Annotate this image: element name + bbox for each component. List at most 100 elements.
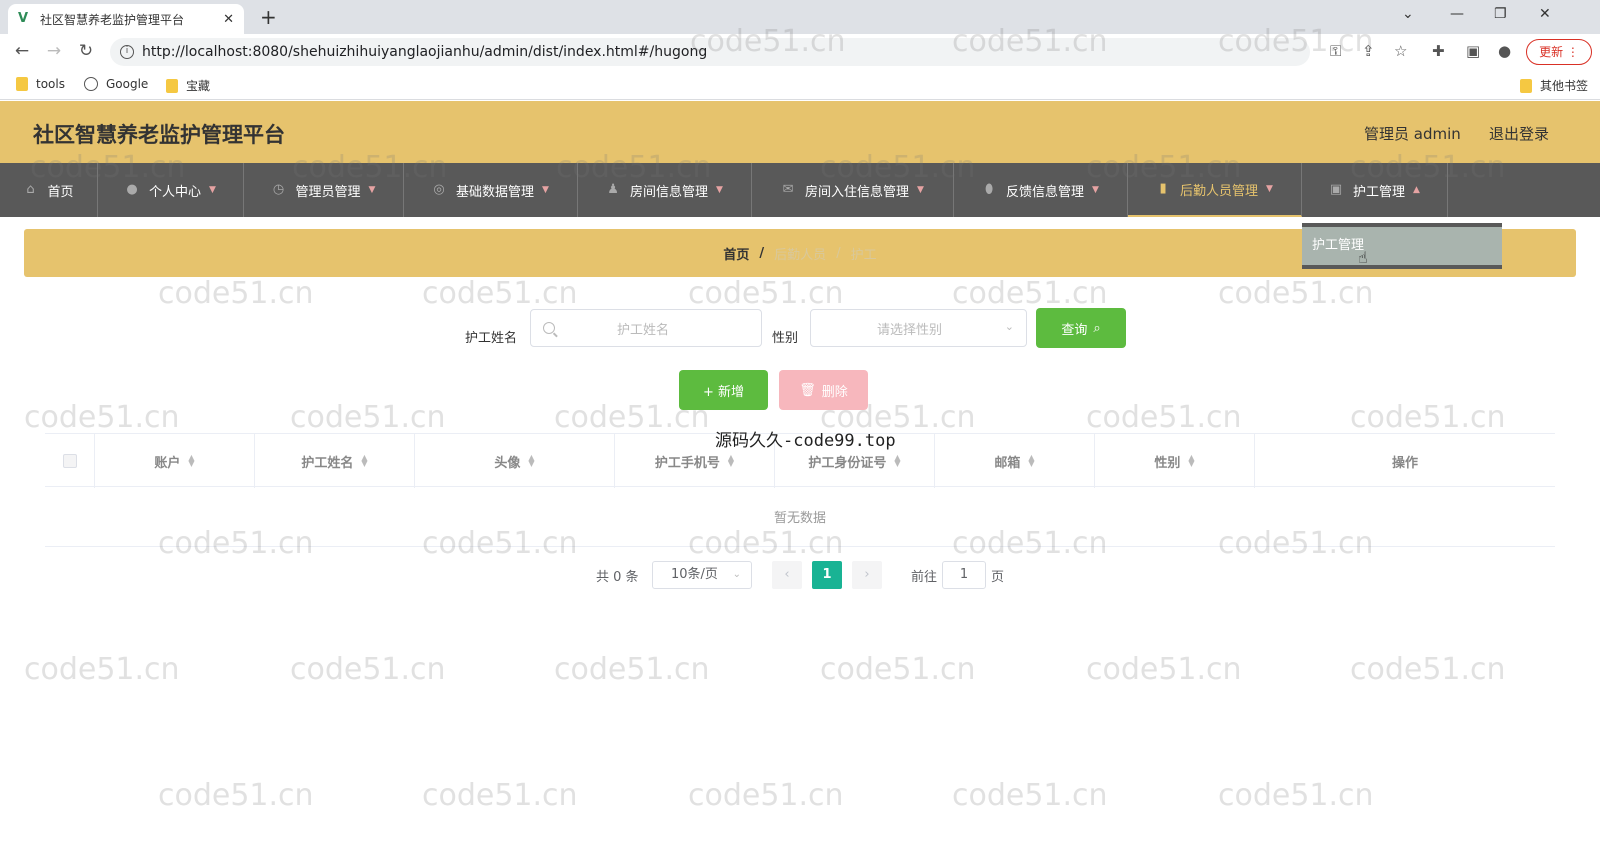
dropdown-item-nursing-management[interactable]: 护工管理 xyxy=(1302,227,1502,265)
name-label: 护工姓名 xyxy=(465,331,518,346)
minimize-icon[interactable]: — xyxy=(1450,6,1464,22)
sort-icon[interactable]: ▲ ▼ xyxy=(894,454,900,468)
watermark: code51.cn xyxy=(1350,652,1506,687)
bookmark-tools[interactable]: tools xyxy=(16,77,65,91)
trash-icon: 🗑 xyxy=(799,382,816,398)
query-button[interactable]: 查询 ⌕ xyxy=(1036,308,1126,348)
reload-icon[interactable]: ↻ xyxy=(70,41,102,61)
col-avatar[interactable]: 头像 ▲ ▼ xyxy=(415,434,615,488)
watermark: code51.cn xyxy=(422,778,578,813)
globe-icon: ◎ xyxy=(433,182,445,197)
breadcrumb-separator: / xyxy=(836,245,841,261)
goto-label: 前往 xyxy=(911,570,938,585)
sort-icon[interactable]: ▲ ▼ xyxy=(1188,454,1194,468)
key-icon[interactable]: ⚿ xyxy=(1330,42,1341,60)
col-account[interactable]: 账户 ▲ ▼ xyxy=(95,434,255,488)
sidepanel-icon[interactable]: ▣ xyxy=(1466,42,1480,60)
current-user: 管理员 admin xyxy=(1364,125,1461,143)
nav-home[interactable]: ⌂ 首页 xyxy=(0,163,98,217)
profile-icon[interactable]: ● xyxy=(1498,42,1511,60)
select-all-checkbox[interactable] xyxy=(62,454,77,468)
delete-button[interactable]: 🗑 删除 xyxy=(779,370,868,410)
gender-select[interactable]: 请选择性别 ⌄ xyxy=(810,309,1027,347)
mail-icon: ✉ xyxy=(782,182,794,197)
name-search-input[interactable]: 护工姓名 xyxy=(530,309,762,347)
page-number-1[interactable]: 1 xyxy=(812,561,842,589)
url-field[interactable]: i http://localhost:8080/shehuizhihuiyang… xyxy=(110,38,1310,66)
folder-icon xyxy=(166,78,178,93)
bookmark-other[interactable]: 其他书签 xyxy=(1520,77,1588,94)
sort-icon[interactable]: ▲ ▼ xyxy=(528,454,534,468)
breadcrumb-home[interactable]: 首页 xyxy=(723,244,749,263)
folder-icon xyxy=(16,77,28,91)
empty-table-row: 暂无数据 xyxy=(45,487,1555,547)
close-window-icon[interactable]: ✕ xyxy=(1539,6,1551,22)
vue-favicon-icon: V xyxy=(18,11,29,26)
folder-icon xyxy=(1520,78,1532,93)
restore-icon[interactable]: ❐ xyxy=(1494,6,1507,22)
add-button[interactable]: + 新增 xyxy=(679,370,768,410)
col-gender[interactable]: 性别 ▲ ▼ xyxy=(1095,434,1255,488)
nav-logistics-staff[interactable]: ▮ 后勤人员管理 ▼ xyxy=(1128,163,1302,217)
watermark: code51.cn xyxy=(1086,652,1242,687)
page-suffix: 页 xyxy=(991,570,1005,585)
watermark: code51.cn xyxy=(158,778,314,813)
home-icon: ⌂ xyxy=(26,182,35,197)
app-title: 社区智慧养老监护管理平台 xyxy=(33,123,285,147)
watermark: code51.cn xyxy=(554,652,710,687)
nav-admin-management[interactable]: ◷ 管理员管理 ▼ xyxy=(244,163,404,217)
bookmark-treasure[interactable]: 宝藏 xyxy=(166,77,210,94)
sort-icon[interactable]: ▲ ▼ xyxy=(188,454,194,468)
select-all-cell xyxy=(45,434,95,488)
nav-room-checkin[interactable]: ✉ 房间入住信息管理 ▼ xyxy=(752,163,954,217)
chevron-down-icon: ⌄ xyxy=(732,569,741,580)
update-button[interactable]: 更新 ⋮ xyxy=(1526,39,1592,65)
breadcrumb-separator: / xyxy=(759,245,765,261)
globe-icon xyxy=(84,77,98,91)
nav-personal-center[interactable]: ● 个人中心 ▼ xyxy=(98,163,244,217)
nav-room-info[interactable]: ♟ 房间信息管理 ▼ xyxy=(578,163,752,217)
nav-feedback[interactable]: ⬮ 反馈信息管理 ▼ xyxy=(954,163,1128,217)
forward-icon[interactable]: → xyxy=(38,41,70,61)
chevron-down-icon: ▼ xyxy=(542,185,549,195)
extensions-icon[interactable]: ✚ xyxy=(1432,42,1445,60)
watermark: code51.cn xyxy=(1218,778,1374,813)
nav-basic-data[interactable]: ◎ 基础数据管理 ▼ xyxy=(404,163,578,217)
star-icon[interactable]: ☆ xyxy=(1394,42,1407,60)
sort-icon[interactable]: ▲ ▼ xyxy=(1028,454,1034,468)
logout-link[interactable]: 退出登录 xyxy=(1489,123,1549,144)
pagination-total: 共 0 条 xyxy=(596,570,639,585)
user-icon: ● xyxy=(126,182,138,197)
info-icon[interactable]: i xyxy=(120,45,134,59)
new-tab-button[interactable]: + xyxy=(260,5,277,29)
goto-page-input[interactable]: 1 xyxy=(942,561,986,589)
col-email[interactable]: 邮箱 ▲ ▼ xyxy=(935,434,1095,488)
chevron-down-icon: ▼ xyxy=(716,185,723,195)
page-size-select[interactable]: 10条/页 ⌄ xyxy=(652,561,752,589)
sort-icon[interactable]: ▲ ▼ xyxy=(728,454,734,468)
bar-chart-icon: ▮ xyxy=(1159,181,1167,196)
name-placeholder: 护工姓名 xyxy=(617,322,670,338)
share-icon[interactable]: ⇪ xyxy=(1362,42,1375,60)
col-worker-name[interactable]: 护工姓名 ▲ ▼ xyxy=(255,434,415,488)
bookmark-google[interactable]: Google xyxy=(84,77,148,91)
next-page-button[interactable]: › xyxy=(852,561,882,589)
chevron-up-icon: ▲ xyxy=(1413,185,1420,195)
watermark: code51.cn xyxy=(24,652,180,687)
breadcrumb-nursing: 护工 xyxy=(850,247,877,263)
close-tab-icon[interactable]: ✕ xyxy=(223,12,234,27)
chevron-down-icon: ▼ xyxy=(1266,184,1273,194)
browser-tab[interactable]: V 社区智慧养老监护管理平台 ✕ xyxy=(8,4,244,34)
nav-nursing-worker[interactable]: ▣ 护工管理 ▲ xyxy=(1302,163,1448,217)
tab-title: 社区智慧养老监护管理平台 xyxy=(40,12,185,27)
prev-page-button[interactable]: ‹ xyxy=(772,561,802,589)
search-icon xyxy=(543,322,555,334)
back-icon[interactable]: ← xyxy=(6,41,38,61)
url-text: http://localhost:8080/shehuizhihuiyangla… xyxy=(142,44,708,60)
gender-placeholder: 请选择性别 xyxy=(877,322,943,338)
tab-search-icon[interactable]: ⌄ xyxy=(1402,6,1414,22)
gender-label: 性别 xyxy=(772,331,799,346)
pin-icon: ⬮ xyxy=(984,182,994,197)
main-nav: ⌂ 首页 ● 个人中心 ▼ ◷ 管理员管理 ▼ ◎ 基础数据管理 ▼ ♟ 房间信… xyxy=(0,163,1600,217)
sort-icon[interactable]: ▲ ▼ xyxy=(361,454,367,468)
